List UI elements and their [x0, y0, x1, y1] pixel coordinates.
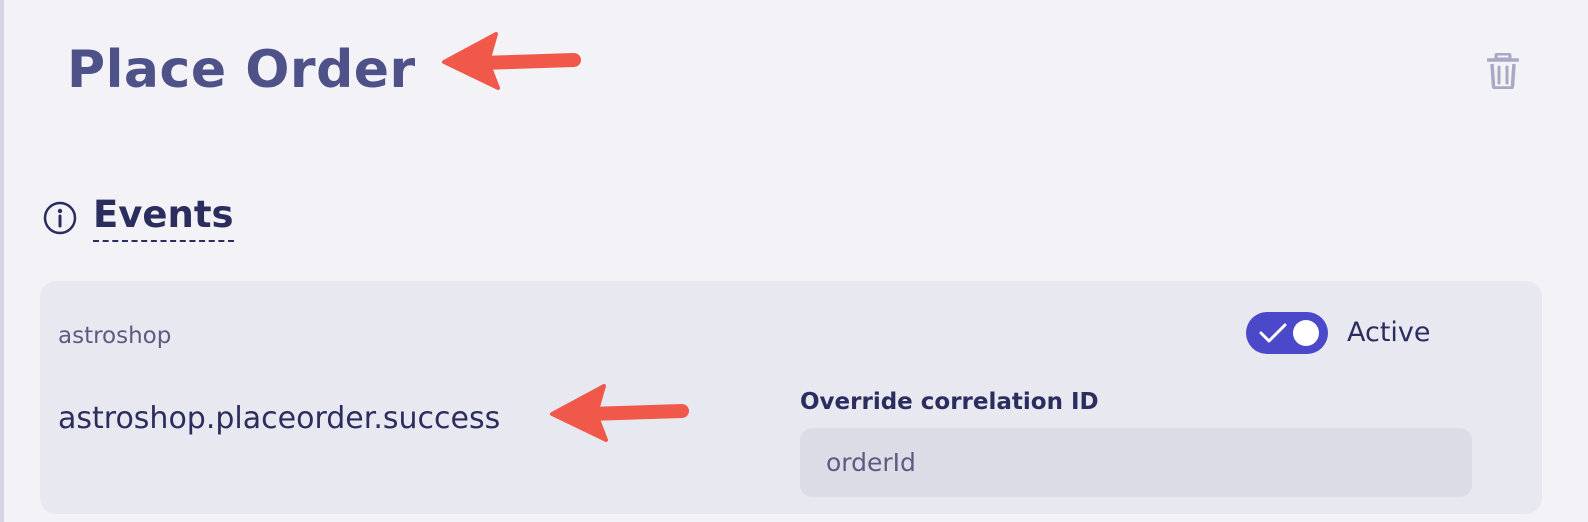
toggle-knob — [1293, 320, 1319, 346]
section-title-events[interactable]: Events — [93, 190, 234, 242]
delete-button[interactable] — [1480, 48, 1526, 94]
info-icon[interactable] — [43, 201, 77, 235]
event-type-label: astroshop.placeorder.success — [58, 401, 501, 436]
left-panel-border — [0, 0, 4, 522]
check-icon — [1259, 323, 1287, 343]
event-card: astroshop astroshop.placeorder.success A… — [40, 281, 1542, 514]
active-toggle[interactable] — [1246, 312, 1328, 354]
page-title: Place Order — [67, 40, 416, 100]
active-toggle-label[interactable]: Active — [1347, 315, 1431, 351]
event-source-label: astroshop — [58, 323, 172, 349]
trash-icon — [1487, 53, 1519, 89]
override-correlation-id-label: Override correlation ID — [800, 389, 1099, 415]
override-correlation-id-input[interactable] — [800, 428, 1472, 497]
annotation-arrow-event — [550, 384, 689, 442]
annotation-arrow-title — [442, 32, 581, 90]
